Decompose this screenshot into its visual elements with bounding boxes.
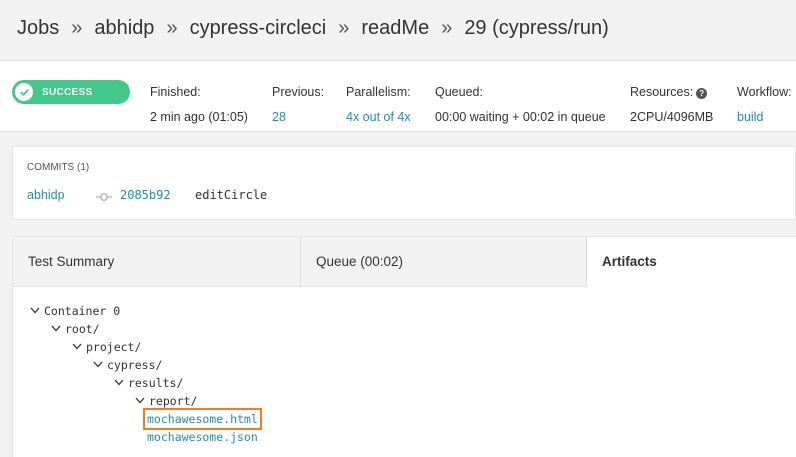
tree-node-label: Container 0 — [44, 304, 121, 318]
breadcrumb-separator: » — [338, 17, 350, 39]
commit-hash-link[interactable]: 2085b92 — [120, 188, 171, 202]
chevron-down-icon — [93, 358, 107, 372]
commit-message: editCircle — [195, 188, 268, 202]
workflow-info: Workflow: build — [737, 85, 792, 124]
tab-artifacts[interactable]: Artifacts — [587, 237, 796, 287]
breadcrumb: Jobs » abhidp » cypress-circleci » readMe » 29 (… — [17, 17, 609, 40]
tree-node-report[interactable]: report/ — [135, 394, 197, 408]
parallelism-link[interactable]: 4x out of 4x — [346, 110, 411, 124]
commits-title: COMMITS (1) — [27, 162, 90, 173]
check-icon — [15, 83, 33, 101]
breadcrumb-project[interactable]: cypress-circleci — [190, 17, 327, 39]
artifact-file-row: mochawesome.html — [143, 408, 262, 430]
artifact-file-link[interactable]: mochawesome.json — [147, 430, 258, 444]
status-badge: SUCCESS — [12, 80, 130, 104]
previous-build-link[interactable]: 28 — [272, 110, 286, 124]
commits-panel: COMMITS (1) abhidp 2085b92 editCircle — [12, 146, 796, 220]
tab-queue[interactable]: Queue (00:02) — [301, 237, 587, 287]
tree-node-container[interactable]: Container 0 — [30, 304, 120, 318]
tree-node-label: root/ — [65, 322, 100, 336]
tree-node-project[interactable]: project/ — [72, 340, 141, 354]
tab-bar: Test Summary Queue (00:02) Artifacts — [13, 237, 796, 287]
breadcrumb-separator: » — [441, 17, 453, 39]
tree-node-label: report/ — [149, 394, 198, 408]
artifact-file-row: mochawesome.json — [147, 430, 258, 444]
chevron-down-icon — [72, 340, 86, 354]
artifact-file-link[interactable]: mochawesome.html — [143, 408, 262, 430]
chevron-down-icon — [114, 376, 128, 390]
workflow-label: Workflow: — [737, 85, 792, 99]
finished-info: Finished: 2 min ago (01:05) — [150, 85, 248, 124]
tree-node-label: results/ — [128, 376, 184, 390]
queued-value: 00:00 waiting + 00:02 in queue — [435, 110, 606, 124]
resources-value: 2CPU/4096MB — [630, 110, 714, 124]
tree-node-label: project/ — [86, 340, 142, 354]
help-icon[interactable]: ? — [696, 88, 708, 99]
tree-node-label: cypress/ — [107, 358, 163, 372]
breadcrumb-branch[interactable]: readMe — [361, 17, 429, 39]
build-status-bar: SUCCESS Finished: 2 min ago (01:05) Prev… — [0, 60, 796, 132]
commit-author-link[interactable]: abhidp — [27, 188, 65, 202]
chevron-down-icon — [135, 394, 149, 408]
queued-label: Queued: — [435, 85, 483, 99]
resources-label-row: Resources:? — [630, 85, 713, 99]
previous-info: Previous: 28 — [272, 85, 324, 124]
parallelism-info: Parallelism: 4x out of 4x — [346, 85, 411, 124]
finished-label: Finished: — [150, 85, 201, 99]
tree-node-root[interactable]: root/ — [51, 322, 100, 336]
chevron-down-icon — [30, 304, 44, 318]
breadcrumb-jobs[interactable]: Jobs — [17, 17, 59, 39]
breadcrumb-user[interactable]: abhidp — [94, 17, 154, 39]
resources-label: Resources: — [630, 85, 694, 99]
breadcrumb-job: 29 (cypress/run) — [464, 17, 609, 39]
workflow-link[interactable]: build — [737, 110, 763, 124]
previous-label: Previous: — [272, 85, 325, 99]
tree-node-cypress[interactable]: cypress/ — [93, 358, 162, 372]
tab-test-summary[interactable]: Test Summary — [13, 237, 301, 287]
status-badge-label: SUCCESS — [42, 86, 93, 98]
build-details-panel: Test Summary Queue (00:02) Artifacts Con… — [12, 236, 796, 457]
tree-node-results[interactable]: results/ — [114, 376, 183, 390]
queued-info: Queued: 00:00 waiting + 00:02 in queue — [435, 85, 606, 124]
resources-info: Resources:? 2CPU/4096MB — [630, 85, 713, 124]
finished-value: 2 min ago (01:05) — [150, 110, 248, 124]
chevron-down-icon — [51, 322, 65, 336]
commit-icon — [96, 189, 112, 207]
breadcrumb-separator: » — [166, 17, 178, 39]
breadcrumb-separator: » — [71, 17, 83, 39]
parallelism-label: Parallelism: — [346, 85, 411, 99]
